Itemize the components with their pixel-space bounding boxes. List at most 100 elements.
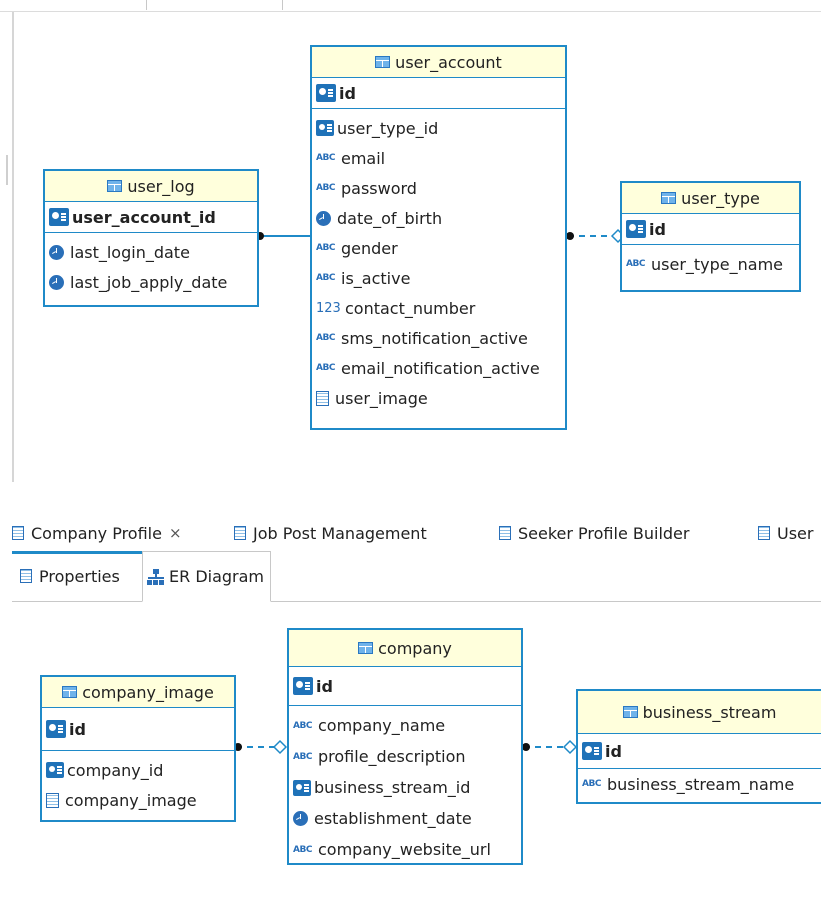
column-name: company_image xyxy=(65,790,197,810)
table-name: user_account xyxy=(395,52,502,72)
table-business-stream[interactable]: business_stream id ABC business_stream_na… xyxy=(576,689,821,804)
tab-er-diagram[interactable]: ER Diagram xyxy=(142,551,272,602)
table-name: business_stream xyxy=(642,702,777,722)
column-row[interactable]: company_id xyxy=(42,755,234,785)
column-name: id xyxy=(649,219,666,239)
date-icon xyxy=(49,244,64,260)
tab-label: User xyxy=(777,523,814,543)
column-name: user_type_id xyxy=(337,118,439,138)
column-name: gender xyxy=(341,238,398,258)
column-row[interactable]: ABC email xyxy=(312,143,565,173)
primary-key-icon xyxy=(293,677,313,695)
tab-label: Job Post Management xyxy=(253,523,427,543)
tab-label: Seeker Profile Builder xyxy=(518,523,690,543)
table-company-image[interactable]: company_image id company_id company_imag… xyxy=(40,675,236,822)
column-name: business_stream_name xyxy=(607,774,795,794)
primary-key-icon xyxy=(49,208,69,226)
column-row[interactable]: date_of_birth xyxy=(312,203,565,233)
close-icon[interactable]: × xyxy=(169,524,182,542)
column-row[interactable]: ABC business_stream_name xyxy=(578,769,821,799)
column-name: last_login_date xyxy=(70,242,190,262)
primary-key-row[interactable]: id xyxy=(578,734,821,769)
document-icon xyxy=(499,526,511,540)
column-row[interactable]: user_image xyxy=(312,383,565,413)
column-name: user_type_name xyxy=(651,254,784,274)
binary-type-icon xyxy=(316,390,329,406)
document-icon xyxy=(12,526,24,540)
foreign-key-icon xyxy=(46,762,64,778)
tab-properties[interactable]: Properties xyxy=(20,551,120,601)
column-row[interactable]: 123 contact_number xyxy=(312,293,565,323)
column-name: company_name xyxy=(318,716,446,735)
column-name: email_notification_active xyxy=(341,358,540,378)
table-header[interactable]: user_type xyxy=(622,183,799,214)
date-icon xyxy=(293,811,308,826)
text-type-icon: ABC xyxy=(293,720,312,731)
column-row[interactable]: company_image xyxy=(42,785,234,815)
primary-key-row[interactable]: id xyxy=(622,214,799,245)
table-name: company_image xyxy=(82,682,214,702)
column-row[interactable]: ABC sms_notification_active xyxy=(312,323,565,353)
primary-key-icon xyxy=(316,84,336,102)
relation-diamond xyxy=(562,739,578,755)
table-name: company xyxy=(378,638,452,658)
primary-key-icon xyxy=(46,720,66,738)
tab-seeker-profile-builder[interactable]: Seeker Profile Builder xyxy=(499,515,689,551)
primary-key-row[interactable]: user_account_id xyxy=(45,202,257,233)
table-header[interactable]: company xyxy=(289,630,521,667)
column-row[interactable]: establishment_date xyxy=(289,803,521,834)
number-type-icon: 123 xyxy=(316,300,341,316)
table-company[interactable]: company id ABC company_name ABC profile_de… xyxy=(287,628,523,865)
table-name: user_log xyxy=(127,176,195,196)
column-name: id xyxy=(69,719,86,739)
table-header[interactable]: user_account xyxy=(312,47,565,78)
table-header[interactable]: business_stream xyxy=(578,691,821,734)
column-name: establishment_date xyxy=(314,809,472,828)
column-row[interactable]: ABC gender xyxy=(312,233,565,263)
tab-label: Properties xyxy=(39,566,120,586)
primary-key-row[interactable]: id xyxy=(289,667,521,706)
table-icon xyxy=(358,642,374,654)
text-type-icon: ABC xyxy=(316,153,335,163)
table-header[interactable]: user_log xyxy=(45,171,257,202)
primary-key-icon xyxy=(582,742,602,760)
column-row[interactable]: ABC company_website_url xyxy=(289,834,521,865)
table-icon xyxy=(661,192,677,204)
column-row[interactable]: ABC user_type_name xyxy=(622,249,799,279)
table-icon xyxy=(107,180,123,192)
document-icon xyxy=(234,526,246,540)
column-name: date_of_birth xyxy=(337,208,443,228)
text-type-icon: ABC xyxy=(293,844,312,855)
tab-user[interactable]: User xyxy=(758,515,813,551)
primary-key-row[interactable]: id xyxy=(42,708,234,751)
column-row[interactable]: user_type_id xyxy=(312,113,565,143)
table-icon xyxy=(622,706,638,718)
column-row[interactable]: ABC company_name xyxy=(289,710,521,741)
document-icon xyxy=(758,526,770,540)
table-header[interactable]: company_image xyxy=(42,677,234,708)
table-user-type[interactable]: user_type id ABC user_type_name xyxy=(620,181,801,292)
column-row[interactable]: last_job_apply_date xyxy=(45,267,257,297)
column-name: user_account_id xyxy=(72,207,216,227)
tab-label: ER Diagram xyxy=(169,567,265,586)
tab-label: Company Profile xyxy=(31,523,162,543)
tab-company-profile[interactable]: Company Profile × xyxy=(12,515,182,554)
date-icon xyxy=(49,274,64,290)
column-row[interactable]: ABC profile_description xyxy=(289,741,521,772)
text-type-icon: ABC xyxy=(316,333,335,343)
column-name: email xyxy=(341,148,386,168)
table-user-account[interactable]: user_account id user_type_id ABC email AB… xyxy=(310,45,567,430)
column-name: company_id xyxy=(67,760,164,780)
column-row[interactable]: ABC password xyxy=(312,173,565,203)
table-icon xyxy=(375,56,391,68)
column-row[interactable]: last_login_date xyxy=(45,237,257,267)
date-icon xyxy=(316,210,331,226)
primary-key-row[interactable]: id xyxy=(312,78,565,109)
table-user-log[interactable]: user_log user_account_id last_login_date… xyxy=(43,169,259,307)
column-row[interactable]: business_stream_id xyxy=(289,772,521,803)
column-row[interactable]: ABC is_active xyxy=(312,263,565,293)
foreign-key-icon xyxy=(316,120,334,136)
tab-job-post-management[interactable]: Job Post Management xyxy=(234,515,427,551)
text-type-icon: ABC xyxy=(316,243,335,253)
column-row[interactable]: ABC email_notification_active xyxy=(312,353,565,383)
